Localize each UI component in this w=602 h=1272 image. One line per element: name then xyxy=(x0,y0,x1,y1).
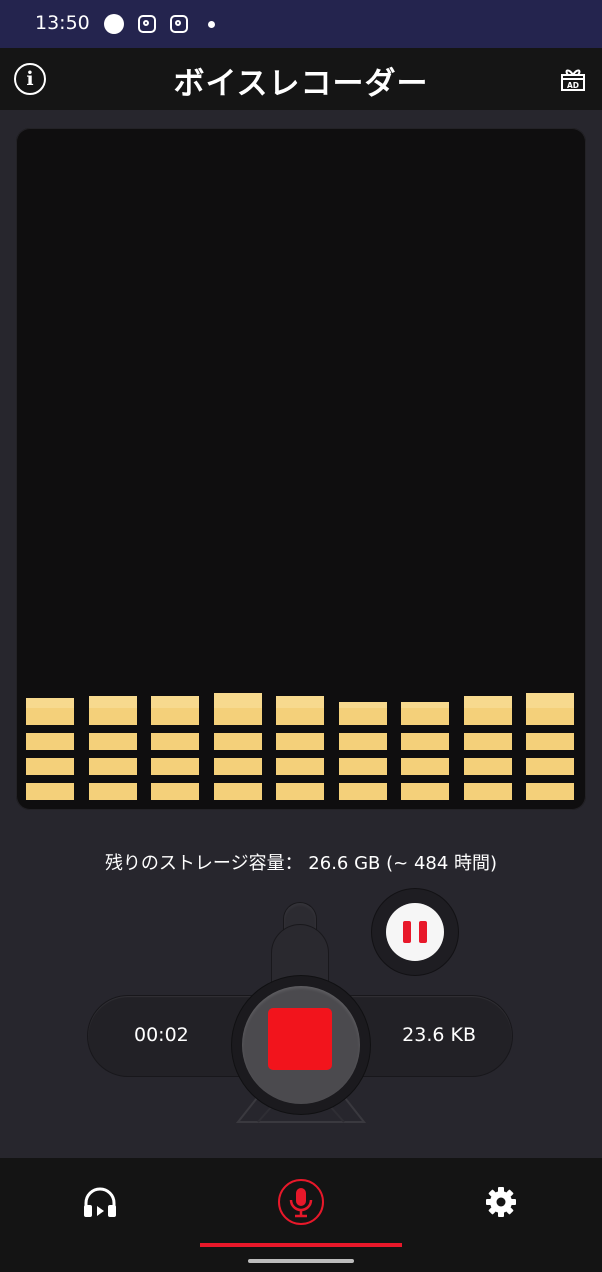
level-segment-top xyxy=(401,702,449,708)
level-segment xyxy=(88,733,137,750)
audio-level-visualizer xyxy=(16,128,586,810)
gear-icon xyxy=(486,1187,516,1217)
level-segment xyxy=(338,783,387,800)
storage-remaining: 残りのストレージ容量： 26.6 GB (~ 484 時間) xyxy=(104,853,498,874)
level-segment xyxy=(276,783,324,800)
level-segment xyxy=(401,758,449,775)
level-segment-top xyxy=(526,693,574,708)
level-segment xyxy=(401,733,449,750)
headphones-icon xyxy=(84,1187,116,1217)
level-segment xyxy=(88,758,137,775)
stop-icon[interactable] xyxy=(268,1008,332,1070)
level-column xyxy=(151,128,199,810)
level-column xyxy=(26,128,74,810)
ad-gift-icon[interactable]: AD xyxy=(560,66,586,92)
level-column xyxy=(463,128,512,810)
level-segment xyxy=(213,758,262,775)
app-bar: i ボイスレコーダー AD xyxy=(0,48,602,110)
level-column xyxy=(401,128,449,810)
instagram-icon xyxy=(138,15,156,33)
level-segment xyxy=(338,708,387,725)
level-segment xyxy=(463,733,512,750)
level-segment xyxy=(276,733,324,750)
level-column xyxy=(338,128,387,810)
level-segment-top xyxy=(463,696,512,708)
pause-icon xyxy=(403,921,411,943)
notification-dot-icon xyxy=(104,14,124,34)
file-size: 23.6 KB xyxy=(402,1024,476,1046)
level-segment-top xyxy=(26,698,74,708)
level-column xyxy=(88,128,137,810)
nav-record[interactable] xyxy=(276,1178,326,1226)
level-segment-top xyxy=(338,702,387,708)
small-dot-icon xyxy=(208,21,215,28)
active-tab-indicator xyxy=(200,1243,402,1247)
level-segment xyxy=(338,758,387,775)
level-segment xyxy=(526,708,574,725)
instagram-icon xyxy=(170,15,188,33)
nav-playback[interactable] xyxy=(82,1186,118,1220)
level-segment xyxy=(26,758,74,775)
level-segment xyxy=(151,783,199,800)
level-segment xyxy=(276,708,324,725)
level-segment xyxy=(151,708,199,725)
level-segment xyxy=(88,783,137,800)
level-segment xyxy=(213,733,262,750)
level-segment xyxy=(26,783,74,800)
level-segment xyxy=(88,708,137,725)
level-segment xyxy=(526,783,574,800)
level-segment xyxy=(401,783,449,800)
pause-icon xyxy=(419,921,427,943)
level-segment-top xyxy=(213,693,262,708)
pause-button[interactable] xyxy=(386,903,444,961)
nav-settings[interactable] xyxy=(485,1186,517,1218)
level-column xyxy=(526,128,574,810)
level-segment-top xyxy=(276,696,324,708)
level-segment xyxy=(526,733,574,750)
level-segment xyxy=(463,783,512,800)
level-segment xyxy=(213,708,262,725)
elapsed-time: 00:02 xyxy=(134,1024,189,1046)
level-segment xyxy=(26,733,74,750)
level-segment xyxy=(151,733,199,750)
level-segment xyxy=(526,758,574,775)
page-title: ボイスレコーダー xyxy=(173,66,429,102)
level-segment xyxy=(463,708,512,725)
level-segment xyxy=(401,708,449,725)
level-segment-top xyxy=(88,696,137,708)
ad-label: AD xyxy=(567,81,579,90)
level-segment-top xyxy=(151,696,199,708)
status-bar: 13:50 xyxy=(0,0,602,48)
status-time: 13:50 xyxy=(35,12,90,34)
level-column xyxy=(213,128,262,810)
level-segment xyxy=(213,783,262,800)
level-segment xyxy=(151,758,199,775)
level-segment xyxy=(338,733,387,750)
level-segment xyxy=(463,758,512,775)
home-indicator[interactable] xyxy=(248,1259,354,1263)
microphone-icon xyxy=(278,1179,324,1225)
level-segment xyxy=(26,708,74,725)
level-segment xyxy=(276,758,324,775)
level-column xyxy=(276,128,324,810)
